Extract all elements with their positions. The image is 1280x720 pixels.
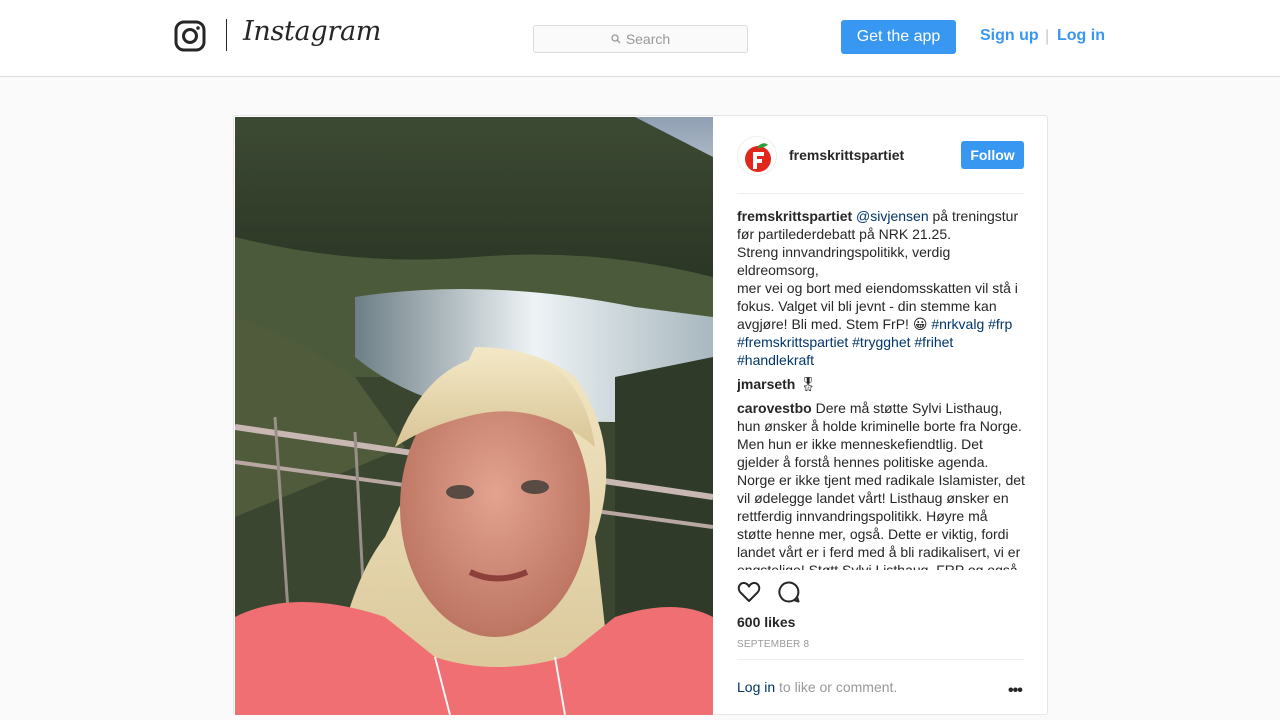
frp-apple-logo-icon <box>738 137 776 175</box>
caption-text: på treningstur før partilederdebatt på N… <box>737 208 1019 332</box>
footer-divider <box>737 659 1024 660</box>
post-username[interactable]: fremskrittspartiet <box>789 147 904 163</box>
search-placeholder: Search <box>625 31 671 47</box>
logo-divider <box>226 19 227 51</box>
post-photo-image <box>235 117 713 715</box>
login-prompt-text: to like or comment. <box>775 679 898 695</box>
list-item: carovestbo Dere må støtte Sylvi Listhaug… <box>737 399 1026 570</box>
top-nav: Instagram Search Get the app Sign up | L… <box>0 0 1280 77</box>
instagram-wordmark[interactable]: Instagram <box>243 16 381 47</box>
sign-up-link[interactable]: Sign up <box>980 27 1039 45</box>
login-prompt-link[interactable]: Log in <box>737 679 775 695</box>
comment-icon[interactable] <box>777 580 801 604</box>
post-card: fremskrittspartiet Follow fremskrittspar… <box>233 115 1048 715</box>
heart-icon[interactable] <box>737 580 761 604</box>
instagram-glyph-icon[interactable] <box>174 20 206 52</box>
list-item: jmarseth 🎖 <box>737 375 1026 393</box>
comment-username[interactable]: jmarseth <box>737 376 795 392</box>
get-the-app-button[interactable]: Get the app <box>841 20 956 54</box>
post-date[interactable]: SEPTEMBER 8 <box>737 639 809 650</box>
comment-username[interactable]: carovestbo <box>737 400 812 416</box>
comment-text: 🎖 <box>795 376 818 392</box>
caption: fremskrittspartiet @sivjensen på trening… <box>737 207 1026 369</box>
caption-username[interactable]: fremskrittspartiet <box>737 208 852 224</box>
search-input[interactable]: Search <box>533 25 748 53</box>
follow-button[interactable]: Follow <box>961 141 1024 169</box>
search-icon <box>611 34 621 44</box>
comment-list[interactable]: fremskrittspartiet @sivjensen på trening… <box>737 207 1026 570</box>
comment-text: Dere må støtte Sylvi Listhaug, hun ønske… <box>737 400 1025 570</box>
caption-mention-link[interactable]: @sivjensen <box>856 208 929 224</box>
likes-count[interactable]: 600 likes <box>737 614 795 630</box>
avatar[interactable] <box>737 136 777 176</box>
auth-separator: | <box>1045 28 1050 45</box>
login-prompt: Log in to like or comment. <box>737 679 897 695</box>
more-options-button[interactable]: ••• <box>1008 682 1023 700</box>
post-header: fremskrittspartiet Follow <box>737 116 1024 194</box>
post-actions <box>737 580 801 608</box>
post-sidebar: fremskrittspartiet Follow fremskrittspar… <box>713 116 1048 714</box>
log-in-link[interactable]: Log in <box>1057 27 1105 45</box>
post-photo[interactable] <box>235 117 713 715</box>
